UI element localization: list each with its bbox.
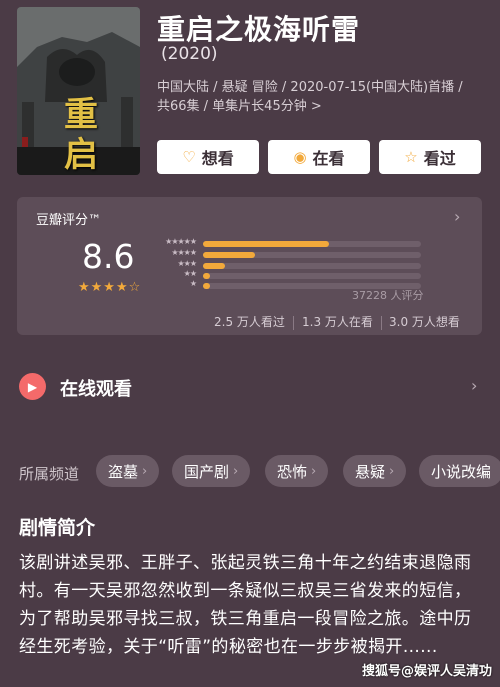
eye-circle-icon: ◉	[293, 148, 307, 166]
distribution-bar-fill	[203, 283, 210, 289]
channel-chip[interactable]: 恐怖 ›	[265, 455, 329, 487]
want-button[interactable]: ♡ 想看	[157, 140, 259, 174]
chevron-right-icon[interactable]: ›	[471, 376, 477, 395]
watching-count: 1.3 万人在看	[302, 315, 373, 329]
page-title: 重启之极海听雷	[157, 13, 361, 46]
rating-label: 豆瓣评分™	[36, 213, 102, 228]
show-meta[interactable]: 中国大陆 / 悬疑 冒险 / 2020-07-15(中国大陆)首播 / 共66集…	[157, 78, 487, 116]
rating-count: 37228 人评分	[352, 289, 424, 302]
distribution-bar-fill	[203, 263, 225, 269]
channel-chip[interactable]: 盗墓 ›	[96, 455, 160, 487]
play-icon[interactable]: ▶	[19, 373, 46, 400]
distribution-stars-label: ★★★	[177, 259, 197, 268]
synopsis-text[interactable]: 该剧讲述吴邪、王胖子、张起灵铁三角十年之约结束退隐雨村。有一天吴邪忽然收到一条疑…	[19, 549, 485, 661]
poster-image[interactable]: 重启	[17, 7, 140, 175]
watching-button[interactable]: ◉ 在看	[268, 140, 370, 174]
distribution-bar-fill	[203, 241, 330, 247]
channel-chip[interactable]: 小说改编	[419, 455, 500, 487]
poster-title: 重启	[64, 95, 100, 175]
star-outline-icon: ☆	[404, 148, 418, 166]
channel-chip[interactable]: 国产剧 ›	[172, 455, 251, 487]
chevron-right-icon[interactable]: ›	[454, 207, 460, 226]
distribution-bar-track	[203, 273, 421, 279]
watched-button[interactable]: ☆ 看过	[379, 140, 481, 174]
distribution-stars-label: ★★	[183, 269, 197, 278]
divider	[293, 316, 294, 330]
distribution-stars-label: ★★★★★	[165, 237, 197, 246]
meta-line-1: 中国大陆 / 悬疑 冒险 / 2020-07-15(中国大陆)首播 /	[157, 80, 463, 95]
distribution-stars-label: ★	[189, 279, 197, 288]
meta-line-2: 共66集 / 单集片长45分钟 >	[157, 99, 322, 114]
watch-online-label[interactable]: 在线观看	[60, 375, 132, 401]
synopsis-title: 剧情简介	[19, 517, 96, 539]
watermark: 搜狐号@娱评人吴清功	[362, 664, 493, 679]
distribution-bar-track	[203, 252, 421, 258]
distribution-bar-fill	[203, 273, 210, 279]
chevron-right-icon: ›	[142, 463, 148, 479]
chevron-right-icon: ›	[233, 463, 239, 479]
chevron-right-icon: ›	[311, 463, 317, 479]
channel-chip[interactable]: 悬疑 ›	[343, 455, 407, 487]
divider	[381, 316, 382, 330]
release-year: (2020)	[161, 44, 218, 64]
distribution-bar-track	[203, 263, 421, 269]
distribution-stars-label: ★★★★	[171, 248, 197, 257]
chevron-right-icon: ›	[389, 463, 395, 479]
want-count: 3.0 万人想看	[389, 315, 460, 329]
rating-stars: ★★★★☆	[78, 280, 142, 295]
channels-label: 所属频道	[19, 465, 80, 483]
rating-score: 8.6	[82, 237, 135, 276]
watched-count: 2.5 万人看过	[214, 315, 285, 329]
distribution-bar-track	[203, 241, 421, 247]
distribution-bar-fill	[203, 252, 256, 258]
heart-plus-icon: ♡	[182, 148, 196, 166]
